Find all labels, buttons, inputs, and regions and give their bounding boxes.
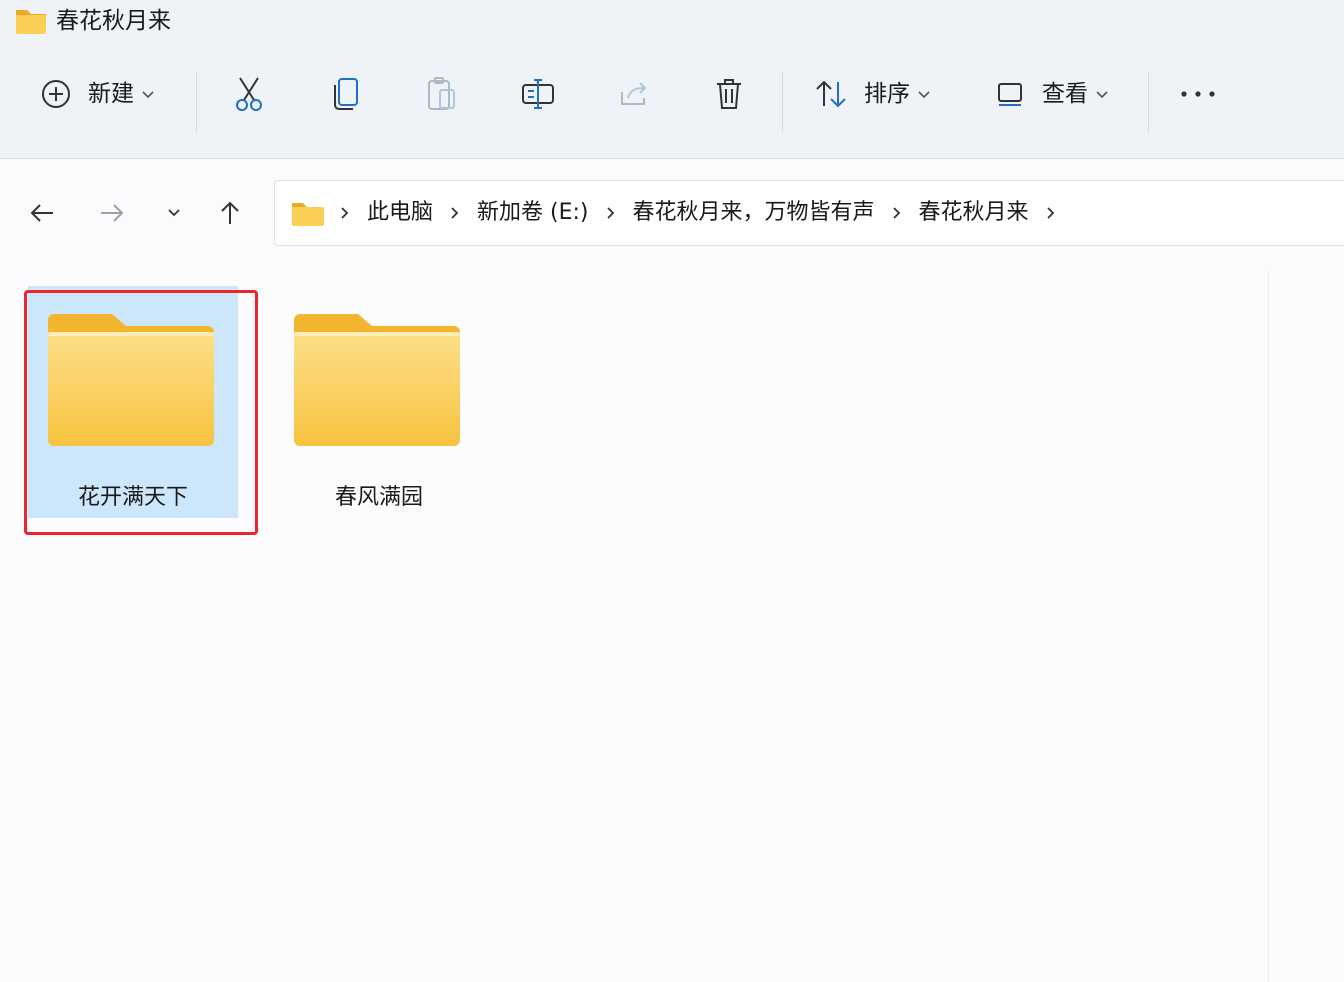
breadcrumb-item[interactable]: 春花秋月来 <box>919 198 1029 228</box>
window-title: 春花秋月来 <box>56 8 171 34</box>
toolbar-divider <box>782 72 783 132</box>
breadcrumb-item[interactable]: 新加卷 (E:) <box>477 198 588 228</box>
chevron-down-icon <box>142 91 154 99</box>
breadcrumb-item[interactable]: 春花秋月来，万物皆有声 <box>633 198 875 228</box>
plus-circle-icon <box>42 80 70 108</box>
rename-button[interactable] <box>520 70 556 118</box>
breadcrumb-separator-icon[interactable] <box>892 206 901 220</box>
sort-icon <box>816 80 846 108</box>
more-icon <box>1181 91 1215 97</box>
chevron-right-icon <box>451 207 459 219</box>
breadcrumb: 此电脑 新加卷 (E:) 春花秋月来，万物皆有声 春花秋月来 <box>291 181 1073 245</box>
sort-button-label: 排序 <box>864 81 910 107</box>
recent-locations-button[interactable] <box>154 195 194 231</box>
delete-icon <box>717 79 741 109</box>
back-arrow-icon <box>30 204 53 222</box>
cut-button[interactable] <box>232 70 266 118</box>
up-arrow-icon <box>221 201 239 224</box>
new-button[interactable]: 新建 <box>40 70 154 118</box>
folder-name: 春风满园 <box>334 485 423 510</box>
chevron-right-icon <box>341 207 349 219</box>
cut-icon <box>236 77 262 111</box>
pane-divider <box>1268 270 1269 982</box>
copy-button[interactable] <box>330 70 362 118</box>
annotation-highlight-box <box>24 290 258 535</box>
chevron-down-icon <box>918 91 930 99</box>
delete-button[interactable] <box>714 70 744 118</box>
copy-icon <box>334 78 358 110</box>
chevron-right-icon <box>606 207 614 219</box>
sort-button[interactable]: 排序 <box>814 70 930 118</box>
paste-icon <box>428 77 455 110</box>
view-icon <box>998 83 1022 106</box>
breadcrumb-separator-icon[interactable] <box>341 206 349 220</box>
breadcrumb-separator-icon[interactable] <box>1046 206 1055 220</box>
chevron-right-icon <box>1046 207 1054 219</box>
breadcrumb-item[interactable]: 此电脑 <box>367 198 433 228</box>
folder-item[interactable]: 春风满园 <box>274 286 484 518</box>
up-button[interactable] <box>210 195 250 231</box>
toolbar-divider <box>196 72 197 132</box>
folder-icon <box>16 10 46 34</box>
paste-button[interactable] <box>426 70 458 118</box>
back-button[interactable] <box>22 195 62 231</box>
chevron-down-icon <box>1096 91 1108 99</box>
navigation-row: 此电脑 新加卷 (E:) 春花秋月来，万物皆有声 春花秋月来 <box>0 159 1344 269</box>
toolbar-divider <box>1148 72 1149 132</box>
breadcrumb-separator-icon[interactable] <box>606 206 615 220</box>
forward-arrow-icon <box>101 204 124 222</box>
folder-icon <box>292 203 324 226</box>
forward-button[interactable] <box>92 195 132 231</box>
more-button[interactable] <box>1178 70 1218 118</box>
command-bar: 新建 排序 查看 <box>0 44 1344 159</box>
rename-icon <box>522 79 554 109</box>
folder-icon <box>294 314 460 446</box>
view-button[interactable]: 查看 <box>996 70 1108 118</box>
breadcrumb-separator-icon[interactable] <box>451 206 459 220</box>
share-icon <box>621 82 647 105</box>
share-button[interactable] <box>618 70 650 118</box>
view-button-label: 查看 <box>1042 81 1088 107</box>
recent-chevron-icon <box>168 209 180 217</box>
new-button-label: 新建 <box>88 81 134 107</box>
address-bar[interactable]: 此电脑 新加卷 (E:) 春花秋月来，万物皆有声 春花秋月来 <box>274 180 1344 246</box>
title-bar: 春花秋月来 <box>0 0 1344 44</box>
chevron-right-icon <box>892 207 900 219</box>
